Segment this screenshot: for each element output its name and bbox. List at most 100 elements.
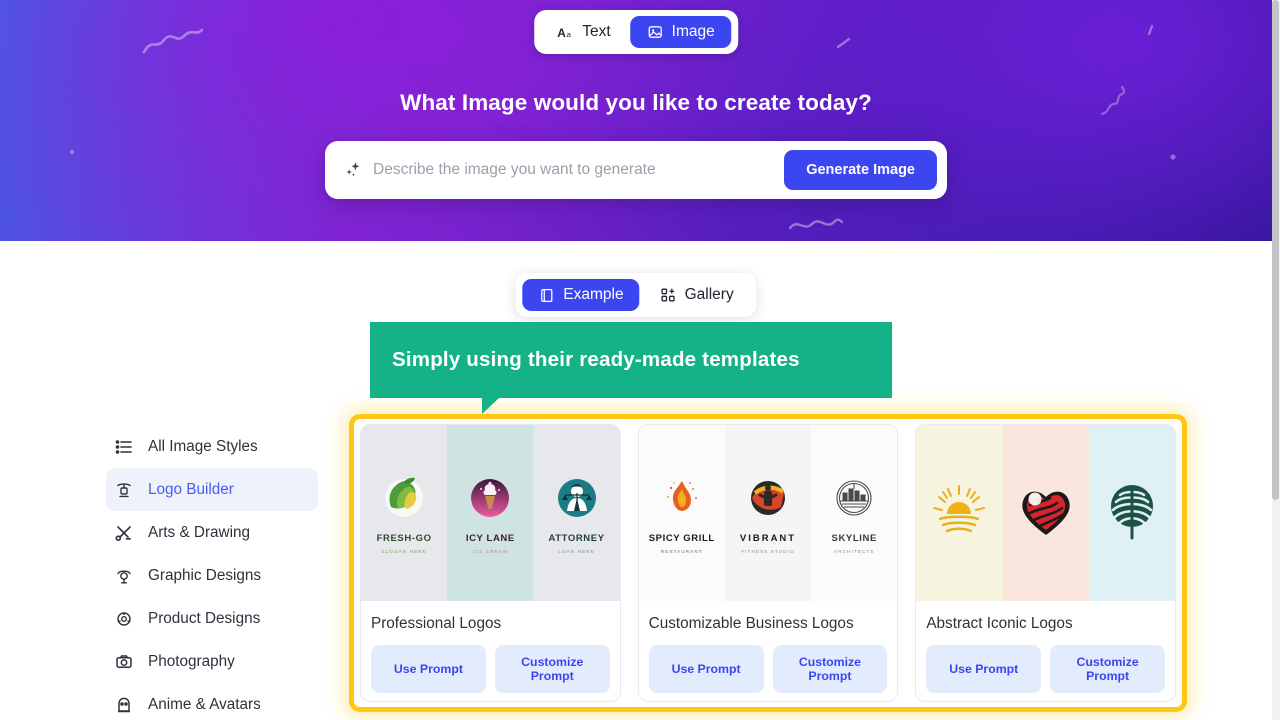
leaf-lemon-logo-icon (379, 473, 429, 528)
logo-panel (1088, 425, 1175, 601)
logo-panel: SKYLINE ARCHITECTS (811, 425, 898, 601)
svg-text:a: a (567, 29, 572, 38)
template-card[interactable]: Abstract Iconic Logos Use Prompt Customi… (915, 424, 1177, 702)
scrollbar-thumb[interactable] (1272, 0, 1279, 500)
view-tabs[interactable]: Example Gallery (515, 273, 757, 317)
sidebar-item-all-image-styles[interactable]: All Image Styles (106, 425, 318, 468)
sidebar-item-label: Product Designs (148, 609, 261, 627)
card-title: Professional Logos (371, 615, 502, 632)
tab-example[interactable]: Example (522, 279, 640, 311)
page-scrollbar[interactable] (1272, 0, 1280, 720)
flame-logo-icon (657, 473, 707, 528)
sidebar-item-label: Graphic Designs (148, 566, 262, 584)
template-card[interactable]: FRESH-GO SLOGAN HERE ICY LANE ICE CREAM (360, 424, 621, 702)
prompt-search-bar[interactable]: Describe the image you want to generate … (325, 141, 947, 199)
logo-sub: ICE CREAM (472, 548, 509, 554)
sidebar-item-logo-builder[interactable]: Logo Builder (106, 468, 318, 511)
logo-sub: LOAN HERE (558, 548, 595, 554)
logo-name: FRESH-GO (376, 532, 432, 544)
sidebar-item-photography[interactable]: Photography (106, 640, 318, 683)
tree-logo-icon (1104, 482, 1160, 545)
sidebar-item-label: All Image Styles (148, 437, 258, 455)
template-card-list: FRESH-GO SLOGAN HERE ICY LANE ICE CREAM (360, 424, 1177, 702)
logo-sub: SLOGAN HERE (381, 548, 427, 554)
logo-name: SKYLINE (831, 532, 877, 544)
mode-toggle[interactable]: Aa Text Image (534, 10, 738, 54)
anime-avatar-icon (114, 695, 133, 714)
tab-example-label: Example (563, 286, 624, 303)
grid-plus-icon (660, 287, 677, 304)
logo-sub: ARCHITECTS (834, 548, 875, 554)
confetti-wave (788, 214, 844, 236)
mode-tab-text[interactable]: Aa Text (541, 16, 626, 48)
logo-panel: ICY LANE ICE CREAM (447, 425, 534, 601)
tooltip-callout: Simply using their ready-made templates (370, 322, 892, 414)
card-actions: Use Prompt Customize Prompt (361, 633, 620, 694)
logo-sub: FITNESS STUDIO (741, 548, 795, 554)
logo-name: VIBRANT (739, 532, 797, 544)
card-actions: Use Prompt Customize Prompt (916, 633, 1175, 694)
skyline-logo-icon (829, 473, 879, 528)
customize-prompt-button[interactable]: Customize Prompt (1050, 645, 1166, 694)
tab-gallery[interactable]: Gallery (644, 279, 750, 311)
tooltip-callout-text: Simply using their ready-made templates (392, 348, 800, 371)
lamp-icon (114, 566, 133, 585)
card-preview-strip: SPICY GRILL RESTAURANT VIBRANT FITNESS S… (638, 425, 898, 601)
logo-sub: RESTAURANT (660, 548, 703, 554)
sidebar-item-graphic-designs[interactable]: Graphic Designs (106, 554, 318, 597)
logo-stamp-icon (114, 480, 133, 499)
logo-name: SPICY GRILL (648, 532, 715, 544)
card-title: Abstract Iconic Logos (926, 615, 1073, 632)
card-preview-strip (916, 425, 1175, 601)
mode-tab-image-label: Image (671, 23, 715, 40)
logo-panel (916, 425, 1003, 601)
sidebar-item-label: Logo Builder (148, 480, 234, 498)
use-prompt-button[interactable]: Use Prompt (371, 645, 486, 694)
search-input[interactable]: Describe the image you want to generate (373, 161, 784, 179)
book-icon (538, 287, 555, 304)
use-prompt-button[interactable]: Use Prompt (648, 645, 764, 694)
sparkle-icon (343, 160, 363, 180)
generate-image-button[interactable]: Generate Image (784, 150, 937, 190)
fitness-logo-icon (743, 473, 793, 528)
logo-panel: FRESH-GO SLOGAN HERE (361, 425, 448, 601)
confetti-tick (1146, 24, 1156, 36)
tab-gallery-label: Gallery (684, 286, 734, 303)
camera-icon (114, 652, 133, 671)
confetti-dot (1168, 152, 1178, 162)
logo-name: ICY LANE (465, 532, 515, 544)
logo-panel: VIBRANT FITNESS STUDIO (724, 425, 812, 601)
sunrise-logo-icon (928, 480, 990, 547)
product-atom-icon (114, 609, 133, 628)
heart-logo-icon (1017, 483, 1075, 544)
sidebar-item-anime-avatars[interactable]: Anime & Avatars (106, 683, 318, 720)
template-card[interactable]: SPICY GRILL RESTAURANT VIBRANT FITNESS S… (637, 424, 899, 702)
sidebar-item-arts-drawing[interactable]: Arts & Drawing (106, 511, 318, 554)
logo-panel (1002, 425, 1089, 601)
brush-pencil-icon (114, 523, 133, 542)
confetti-dash (836, 36, 852, 50)
mode-tab-image[interactable]: Image (630, 16, 731, 48)
ice-cream-logo-icon (465, 473, 515, 528)
use-prompt-button[interactable]: Use Prompt (926, 645, 1042, 694)
customize-prompt-button[interactable]: Customize Prompt (772, 645, 888, 694)
sidebar-item-label: Anime & Avatars (148, 695, 261, 713)
logo-panel: SPICY GRILL RESTAURANT (638, 425, 725, 601)
text-format-icon: Aa (557, 24, 574, 41)
image-icon (647, 24, 664, 41)
confetti-speck (68, 148, 76, 156)
card-preview-strip: FRESH-GO SLOGAN HERE ICY LANE ICE CREAM (361, 425, 620, 601)
attorney-scales-logo-icon (552, 473, 602, 528)
confetti-squiggle (142, 28, 204, 54)
sidebar-item-label: Arts & Drawing (148, 523, 251, 541)
list-icon (114, 437, 133, 456)
hero-banner: Aa Text Image What Image would you like … (0, 0, 1272, 241)
sidebar-item-product-designs[interactable]: Product Designs (106, 597, 318, 640)
sidebar-item-label: Photography (148, 652, 235, 670)
styles-sidebar: All Image Styles Logo Builder Arts & Dra… (106, 425, 318, 720)
logo-panel: ATTORNEY LOAN HERE (533, 425, 620, 601)
mode-tab-text-label: Text (582, 23, 611, 40)
page-title: What Image would you like to create toda… (400, 90, 872, 115)
customize-prompt-button[interactable]: Customize Prompt (494, 645, 610, 694)
card-title: Customizable Business Logos (648, 615, 854, 632)
